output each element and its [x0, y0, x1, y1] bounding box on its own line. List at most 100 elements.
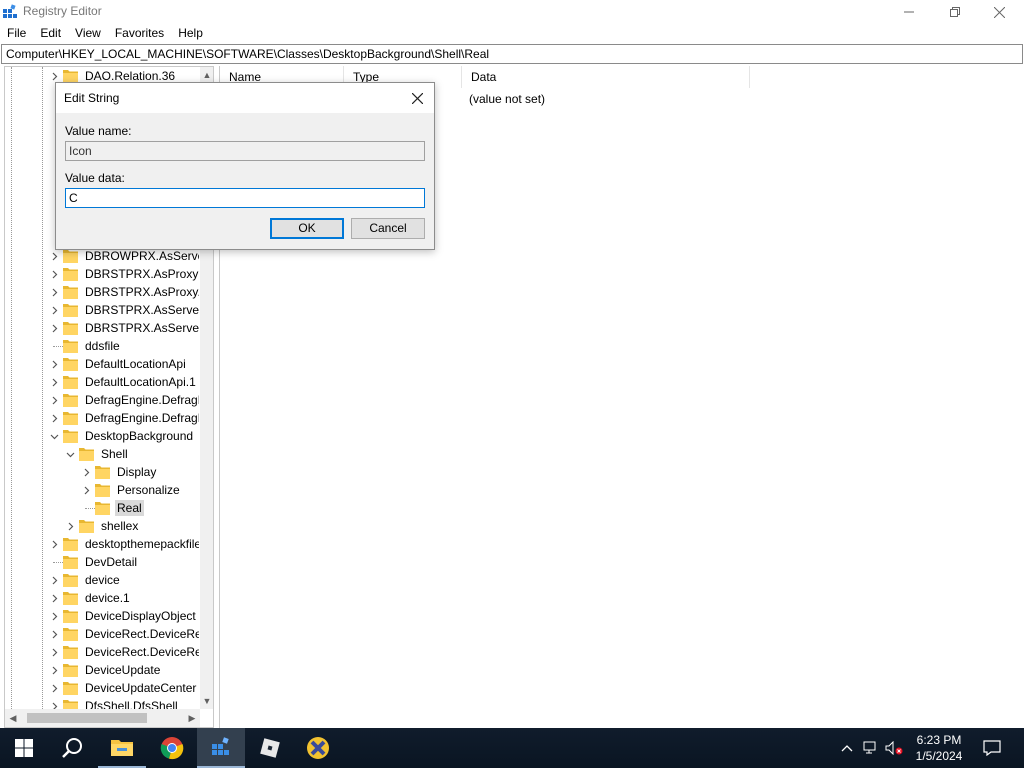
close-icon — [411, 92, 423, 104]
scroll-up-arrow-icon[interactable]: ▲ — [200, 67, 213, 83]
tree-item[interactable]: device.1 — [5, 589, 199, 607]
folder-icon — [63, 250, 78, 263]
value-data-cell[interactable]: (value not set) — [469, 90, 545, 108]
chevron-right-icon[interactable] — [48, 286, 60, 298]
tree-item[interactable]: DesktopBackground — [5, 427, 199, 445]
tree-item[interactable]: shellex — [5, 517, 199, 535]
scroll-left-arrow-icon[interactable]: ◀ — [5, 709, 21, 727]
close-icon — [993, 6, 1005, 18]
value-data-field[interactable] — [65, 188, 425, 208]
tree-horizontal-scrollbar[interactable]: ◀ ▶ — [5, 709, 200, 727]
tree-item[interactable]: DBRSTPRX.AsProxy — [5, 265, 199, 283]
tree-item[interactable]: DBRSTPRX.AsProxy.1 — [5, 283, 199, 301]
tree-item[interactable]: DBRSTPRX.AsServer.1 — [5, 319, 199, 337]
tree-item-label: DfsShell.DfsShell — [85, 699, 178, 709]
menu-edit[interactable]: Edit — [33, 24, 68, 43]
horizontal-scroll-thumb[interactable] — [27, 713, 147, 723]
chevron-right-icon[interactable] — [48, 682, 60, 694]
chevron-down-icon[interactable] — [48, 430, 60, 442]
chevron-right-icon[interactable] — [48, 646, 60, 658]
tree-item[interactable]: Real — [5, 499, 199, 517]
tree-item-label: DBRSTPRX.AsServer.1 — [85, 321, 199, 335]
chevron-right-icon[interactable] — [48, 700, 60, 709]
tree-item[interactable]: DefragEngine.DefragE — [5, 409, 199, 427]
tree-item[interactable]: Personalize — [5, 481, 199, 499]
chevron-right-icon[interactable] — [48, 358, 60, 370]
chevron-right-icon[interactable] — [48, 322, 60, 334]
file-explorer-button[interactable] — [98, 728, 146, 768]
tree-item-label: DeviceUpdate — [85, 663, 161, 677]
ok-button[interactable]: OK — [270, 218, 344, 239]
tree-item[interactable]: device — [5, 571, 199, 589]
folder-icon — [63, 574, 78, 587]
chevron-right-icon[interactable] — [48, 394, 60, 406]
regedit-taskbar-button[interactable] — [197, 728, 245, 768]
scroll-down-arrow-icon[interactable]: ▼ — [200, 693, 213, 709]
search-button[interactable] — [48, 728, 96, 768]
tree-item[interactable]: DefragEngine.DefragE — [5, 391, 199, 409]
chevron-right-icon[interactable] — [48, 304, 60, 316]
menu-view[interactable]: View — [68, 24, 108, 43]
taskbar: 6:23 PM 1/5/2024 — [0, 728, 1024, 768]
chevron-right-icon[interactable] — [48, 538, 60, 550]
tree-item[interactable]: Display — [5, 463, 199, 481]
value-name-field[interactable] — [65, 141, 425, 161]
tree-item[interactable]: DeviceRect.DeviceRec — [5, 643, 199, 661]
x-app-button[interactable] — [294, 728, 342, 768]
tree-item[interactable]: ddsfile — [5, 337, 199, 355]
chevron-right-icon[interactable] — [80, 484, 92, 496]
chevron-right-icon[interactable] — [80, 466, 92, 478]
start-icon — [15, 739, 33, 757]
chevron-right-icon[interactable] — [48, 592, 60, 604]
chevron-right-icon[interactable] — [48, 412, 60, 424]
folder-icon — [63, 322, 78, 335]
chevron-right-icon[interactable] — [48, 376, 60, 388]
taskbar-clock[interactable]: 6:23 PM 1/5/2024 — [903, 732, 975, 764]
tree-connector — [53, 346, 63, 347]
tree-item-label: ddsfile — [85, 339, 120, 353]
tree-item[interactable]: DeviceDisplayObject — [5, 607, 199, 625]
tree-item[interactable]: DBRSTPRX.AsServer — [5, 301, 199, 319]
address-bar[interactable]: Computer\HKEY_LOCAL_MACHINE\SOFTWARE\Cla… — [1, 44, 1023, 64]
roblox-button[interactable] — [246, 728, 294, 768]
chevron-right-icon[interactable] — [48, 664, 60, 676]
tree-item[interactable]: DeviceUpdateCenter — [5, 679, 199, 697]
tree-item[interactable]: DeviceUpdate — [5, 661, 199, 679]
folder-icon — [63, 682, 78, 695]
column-header-data[interactable]: Data — [462, 66, 750, 88]
minimize-button[interactable] — [886, 0, 932, 24]
start-button[interactable] — [0, 728, 48, 768]
dialog-close-button[interactable] — [406, 87, 428, 109]
tree-item[interactable]: DeviceRect.DeviceRec — [5, 625, 199, 643]
show-hidden-icons-button[interactable] — [840, 740, 854, 756]
cancel-button[interactable]: Cancel — [351, 218, 425, 239]
network-tray-button[interactable] — [862, 740, 880, 756]
chevron-right-icon[interactable] — [48, 268, 60, 280]
tree-item[interactable]: DevDetail — [5, 553, 199, 571]
scroll-right-arrow-icon[interactable]: ▶ — [184, 709, 200, 727]
chevron-right-icon[interactable] — [48, 250, 60, 262]
tree-item[interactable]: DfsShell.DfsShell — [5, 697, 199, 709]
restore-button[interactable] — [932, 0, 978, 24]
menu-file[interactable]: File — [0, 24, 33, 43]
folder-icon — [63, 628, 78, 641]
tree-item[interactable]: desktopthemepackfile — [5, 535, 199, 553]
chevron-right-icon[interactable] — [48, 70, 60, 82]
tree-item[interactable]: Shell — [5, 445, 199, 463]
volume-tray-button[interactable] — [884, 740, 904, 756]
close-button[interactable] — [976, 0, 1022, 24]
chevron-right-icon[interactable] — [48, 574, 60, 586]
notifications-button[interactable] — [982, 740, 1002, 756]
value-data-label: Value data: — [65, 171, 125, 185]
chrome-button[interactable] — [148, 728, 196, 768]
tree-item[interactable]: DefaultLocationApi — [5, 355, 199, 373]
menu-favorites[interactable]: Favorites — [108, 24, 171, 43]
chevron-down-icon[interactable] — [64, 448, 76, 460]
tree-item[interactable]: DefaultLocationApi.1 — [5, 373, 199, 391]
folder-icon — [63, 268, 78, 281]
menu-help[interactable]: Help — [171, 24, 210, 43]
chevron-right-icon[interactable] — [48, 628, 60, 640]
tree-connector — [53, 562, 63, 563]
chevron-right-icon[interactable] — [64, 520, 76, 532]
chevron-right-icon[interactable] — [48, 610, 60, 622]
